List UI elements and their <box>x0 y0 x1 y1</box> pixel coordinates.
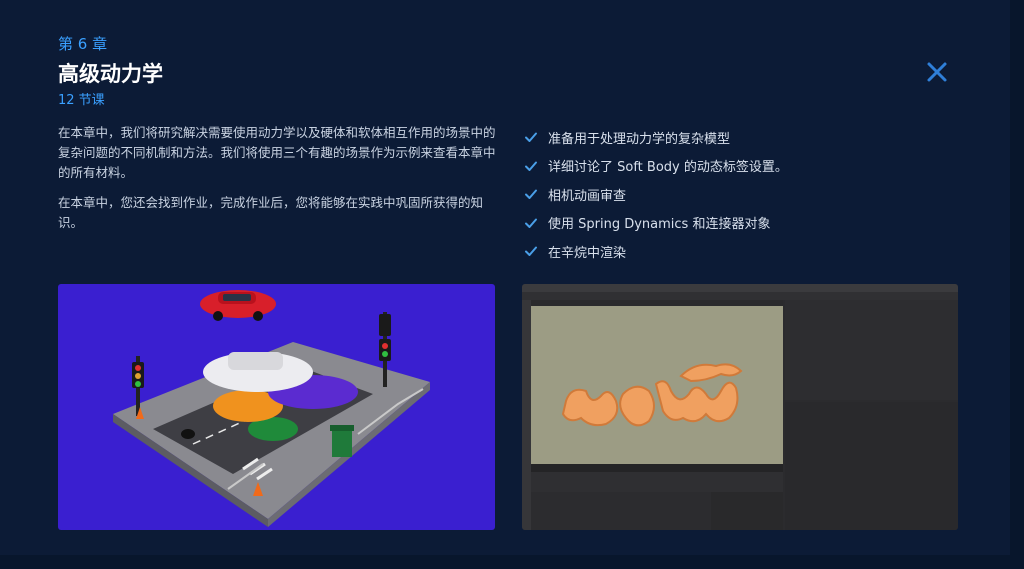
backdrop-edge <box>0 555 1024 569</box>
coordinate-manager <box>711 492 783 530</box>
object-manager <box>785 300 958 400</box>
check-icon <box>525 189 537 200</box>
feature-label: 准备用于处理动力学的复杂模型 <box>548 131 731 147</box>
feature-label: 使用 Spring Dynamics 和连接器对象 <box>548 217 771 233</box>
feature-list: 准备用于处理动力学的复杂模型 详细讨论了 Soft Body 的动态标签设置。 … <box>524 123 788 266</box>
feature-item: 在辛烷中渲染 <box>524 237 788 266</box>
traffic-scene-illustration <box>113 290 430 527</box>
chapter-title: 高级动力学 <box>58 62 163 86</box>
viewport-status <box>531 464 783 472</box>
close-button[interactable] <box>922 57 952 87</box>
check-icon <box>525 246 537 257</box>
viewport <box>531 306 783 464</box>
chapter-label: 第 6 章 <box>58 35 108 53</box>
material-manager <box>531 492 711 530</box>
feature-label: 详细讨论了 Soft Body 的动态标签设置。 <box>548 160 788 176</box>
description-paragraph: 在本章中，我们将研究解决需要使用动力学以及硬体和软体相互作用的场景中的复杂问题的… <box>58 125 496 180</box>
feature-item: 使用 Spring Dynamics 和连接器对象 <box>524 209 788 238</box>
software-preview-image <box>522 284 958 530</box>
check-icon <box>525 132 537 143</box>
app-toolbar <box>522 292 958 300</box>
lesson-count: 12 节课 <box>58 93 105 108</box>
app-tool-palette <box>522 300 531 530</box>
timeline <box>531 472 783 492</box>
close-icon <box>927 62 947 82</box>
feature-label: 相机动画审查 <box>548 188 627 204</box>
feature-item: 准备用于处理动力学的复杂模型 <box>524 123 788 152</box>
feature-item: 相机动画审查 <box>524 180 788 209</box>
backdrop-edge <box>1010 0 1024 569</box>
app-menubar <box>522 284 958 292</box>
check-icon <box>525 161 537 171</box>
attribute-manager <box>785 402 958 530</box>
chapter-description: 在本章中，我们将研究解决需要使用动力学以及硬体和软体相互作用的场景中的复杂问题的… <box>58 123 498 243</box>
chapter-modal: 第 6 章 高级动力学 12 节课 在本章中，我们将研究解决需要使用动力学以及硬… <box>0 0 1010 555</box>
scene-preview-image <box>58 284 495 530</box>
feature-label: 在辛烷中渲染 <box>548 245 627 261</box>
feature-item: 详细讨论了 Soft Body 的动态标签设置。 <box>524 152 788 181</box>
wow-text-render <box>561 363 743 427</box>
check-icon <box>525 218 537 228</box>
description-paragraph: 在本章中，您还会找到作业，完成作业后，您将能够在实践中巩固所获得的知识。 <box>58 195 484 230</box>
